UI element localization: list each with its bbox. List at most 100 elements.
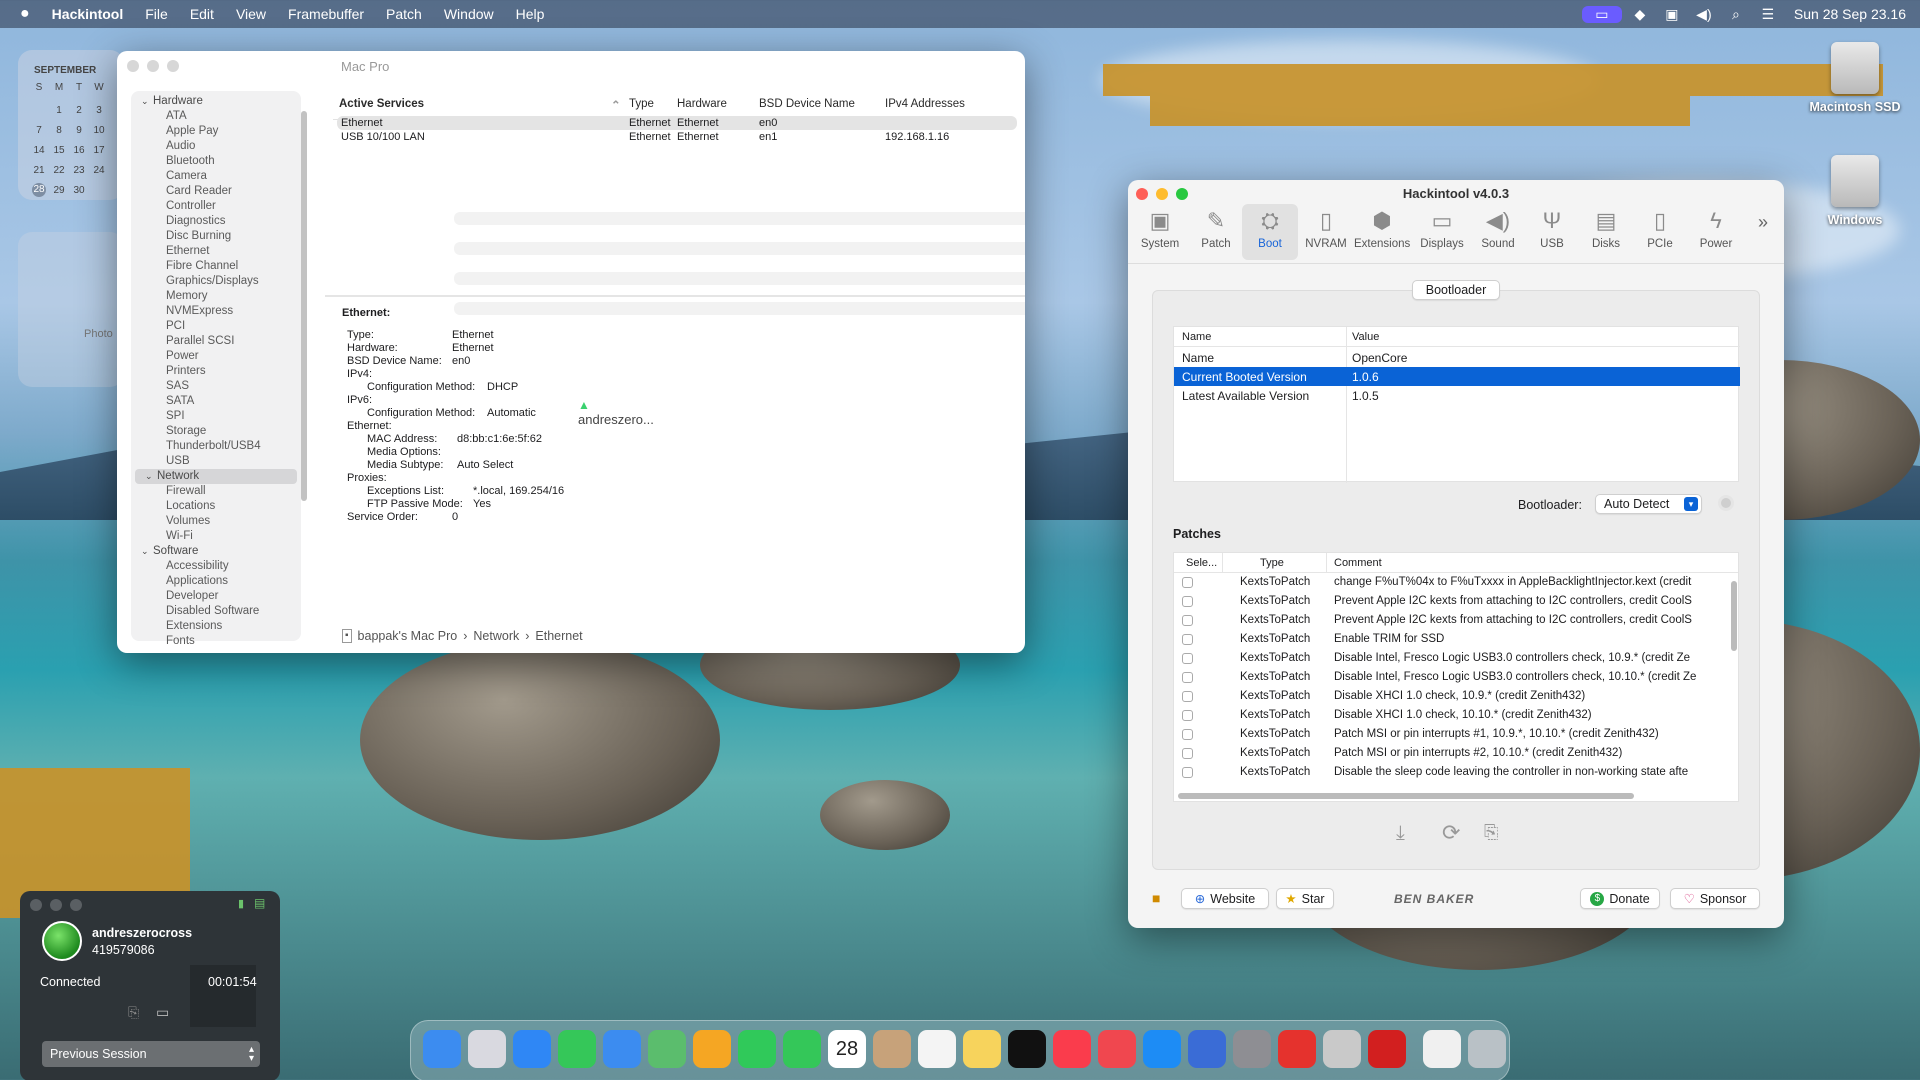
calendar-day[interactable]: 10 xyxy=(92,125,106,136)
tab-disks[interactable]: ▤ Disks xyxy=(1578,204,1634,260)
export-icon[interactable]: ⎘ xyxy=(1484,822,1498,843)
calendar-day[interactable]: 14 xyxy=(32,145,46,156)
desktop-drive-windows[interactable]: Windows xyxy=(1800,155,1910,227)
sidebar-item-camera[interactable]: Camera xyxy=(131,169,301,184)
sidebar-item-disabled-software[interactable]: Disabled Software xyxy=(131,604,301,619)
col-select[interactable]: Sele... xyxy=(1186,557,1217,569)
sidebar-item-sata[interactable]: SATA xyxy=(131,394,301,409)
sidebar-item-nvmexpress[interactable]: NVMExpress xyxy=(131,304,301,319)
calendar-day[interactable]: 15 xyxy=(52,145,66,156)
sidebar-item-storage[interactable]: Storage xyxy=(131,424,301,439)
sidebar-item-volumes[interactable]: Volumes xyxy=(131,514,301,529)
sidebar-item-extensions[interactable]: Extensions xyxy=(131,619,301,634)
patch-row[interactable]: KextsToPatch Disable XHCI 1.0 check, 10.9… xyxy=(1174,687,1730,706)
menu-window[interactable]: Window xyxy=(433,6,505,22)
calendar-day[interactable]: 22 xyxy=(52,165,66,176)
menu-patch[interactable]: Patch xyxy=(375,6,433,22)
sidebar-item-fibre-channel[interactable]: Fibre Channel xyxy=(131,259,301,274)
minimize-button[interactable] xyxy=(50,899,62,911)
star-button[interactable]: ★ Star xyxy=(1276,888,1334,909)
patches-horizontal-scrollbar[interactable] xyxy=(1178,793,1634,799)
dock-contacts-icon[interactable] xyxy=(873,1030,911,1068)
breadcrumb-network[interactable]: Network xyxy=(473,629,519,643)
calendar-day[interactable]: 29 xyxy=(52,185,66,196)
col-bsd[interactable]: BSD Device Name xyxy=(759,98,855,110)
sidebar-item-pci[interactable]: PCI xyxy=(131,319,301,334)
sponsor-button[interactable]: ♡ Sponsor xyxy=(1670,888,1760,909)
dock-maps-icon[interactable] xyxy=(648,1030,686,1068)
sidebar-item-card-reader[interactable]: Card Reader xyxy=(131,184,301,199)
sidebar-scrollbar[interactable] xyxy=(301,111,307,501)
sidebar-item-diagnostics[interactable]: Diagnostics xyxy=(131,214,301,229)
dock-apple-tv-icon[interactable] xyxy=(1008,1030,1046,1068)
patch-select-checkbox[interactable] xyxy=(1182,596,1193,607)
patch-select-checkbox[interactable] xyxy=(1182,672,1193,683)
tab-pcie[interactable]: ▯ PCIe xyxy=(1632,204,1688,260)
patch-row[interactable]: KextsToPatch Prevent Apple I2C kexts from… xyxy=(1174,611,1730,630)
screen-share-icon[interactable]: ▭ xyxy=(1581,5,1622,23)
dock-trash-icon[interactable] xyxy=(1468,1030,1506,1068)
breadcrumb-ethernet[interactable]: Ethernet xyxy=(535,629,582,643)
dock-system-settings-icon[interactable] xyxy=(1233,1030,1271,1068)
menu-edit[interactable]: Edit xyxy=(179,6,225,22)
file-transfer-icon[interactable]: ⎘ xyxy=(128,1004,139,1021)
chat-icon[interactable]: ▤ xyxy=(254,896,265,910)
sidebar-item-usb[interactable]: USB xyxy=(131,454,301,469)
calendar-day[interactable]: 2 xyxy=(72,105,86,116)
patch-row[interactable]: KextsToPatch Patch MSI or pin interrupts … xyxy=(1174,725,1730,744)
table-row[interactable]: USB 10/100 LAN Ethernet Ethernet en1 192.168… xyxy=(337,130,1017,144)
sidebar-item-accessibility[interactable]: Accessibility xyxy=(131,559,301,574)
sidebar-item-developer[interactable]: Developer xyxy=(131,589,301,604)
dock-safari-icon[interactable] xyxy=(513,1030,551,1068)
col-comment[interactable]: Comment xyxy=(1334,557,1382,569)
desktop-drive-macintosh-ssd[interactable]: Macintosh SSD xyxy=(1800,42,1910,114)
calendar-day[interactable]: 28 xyxy=(32,183,46,197)
close-button[interactable] xyxy=(30,899,42,911)
dock-photos-icon[interactable] xyxy=(693,1030,731,1068)
menu-view[interactable]: View xyxy=(225,6,277,22)
calendar-day[interactable]: 1 xyxy=(52,105,66,116)
calendar-day[interactable]: 8 xyxy=(52,125,66,136)
tab-patch[interactable]: ✎ Patch xyxy=(1188,204,1244,260)
apple-icon[interactable]: ● xyxy=(0,5,41,23)
menubar-clock[interactable]: Sun 28 Sep 23.16 xyxy=(1794,6,1906,22)
dock-finder-icon[interactable] xyxy=(423,1030,461,1068)
tab-boot[interactable]: ⛭ Boot xyxy=(1242,204,1298,260)
bootloader-section-button[interactable]: Bootloader xyxy=(1412,280,1500,300)
download-icon[interactable]: ⤓ xyxy=(1396,822,1405,845)
patch-row[interactable]: KextsToPatch Patch MSI or pin interrupts … xyxy=(1174,744,1730,763)
patch-select-checkbox[interactable] xyxy=(1182,729,1193,740)
patch-row[interactable]: KextsToPatch Enable TRIM for SSD xyxy=(1174,630,1730,649)
refresh-indicator-icon[interactable] xyxy=(1718,495,1734,511)
patch-select-checkbox[interactable] xyxy=(1182,653,1193,664)
tab-displays[interactable]: ▭ Displays xyxy=(1414,204,1470,260)
info-row[interactable]: Name OpenCore xyxy=(1174,348,1740,367)
dock-app-store-icon[interactable] xyxy=(1143,1030,1181,1068)
search-icon[interactable]: ⌕ xyxy=(1722,6,1750,23)
patch-select-checkbox[interactable] xyxy=(1182,748,1193,759)
volume-icon[interactable]: ◀) xyxy=(1690,6,1718,23)
info-row[interactable]: Current Booted Version 1.0.6 xyxy=(1174,367,1740,386)
menu-help[interactable]: Help xyxy=(505,6,556,22)
patch-select-checkbox[interactable] xyxy=(1182,710,1193,721)
col-ipv4[interactable]: IPv4 Addresses xyxy=(885,98,965,110)
calendar-day[interactable]: 23 xyxy=(72,165,86,176)
dock-reminders-icon[interactable] xyxy=(918,1030,956,1068)
calendar-day[interactable]: 17 xyxy=(92,145,106,156)
sidebar-section-network[interactable]: ⌄ Network xyxy=(135,469,297,484)
col-active-services[interactable]: Active Services xyxy=(339,98,424,110)
tab-extensions[interactable]: ⬢ Extensions xyxy=(1354,204,1410,260)
col-type[interactable]: Type xyxy=(1260,557,1284,569)
dock-messages-icon[interactable] xyxy=(558,1030,596,1068)
disclosure-icon[interactable]: ⌄ xyxy=(141,94,153,109)
sidebar-item-wi-fi[interactable]: Wi-Fi xyxy=(131,529,301,544)
dock-mail-icon[interactable] xyxy=(603,1030,641,1068)
patch-select-checkbox[interactable] xyxy=(1182,634,1193,645)
col-name[interactable]: Name xyxy=(1182,331,1211,343)
patch-row[interactable]: KextsToPatch Disable Intel, Fresco Logic … xyxy=(1174,649,1730,668)
info-row[interactable]: Latest Available Version 1.0.5 xyxy=(1174,386,1740,405)
menu-framebuffer[interactable]: Framebuffer xyxy=(277,6,375,22)
dock-files-icon[interactable] xyxy=(1188,1030,1226,1068)
sidebar-item-power[interactable]: Power xyxy=(131,349,301,364)
sidebar-section-software[interactable]: ⌄ Software xyxy=(131,544,301,559)
